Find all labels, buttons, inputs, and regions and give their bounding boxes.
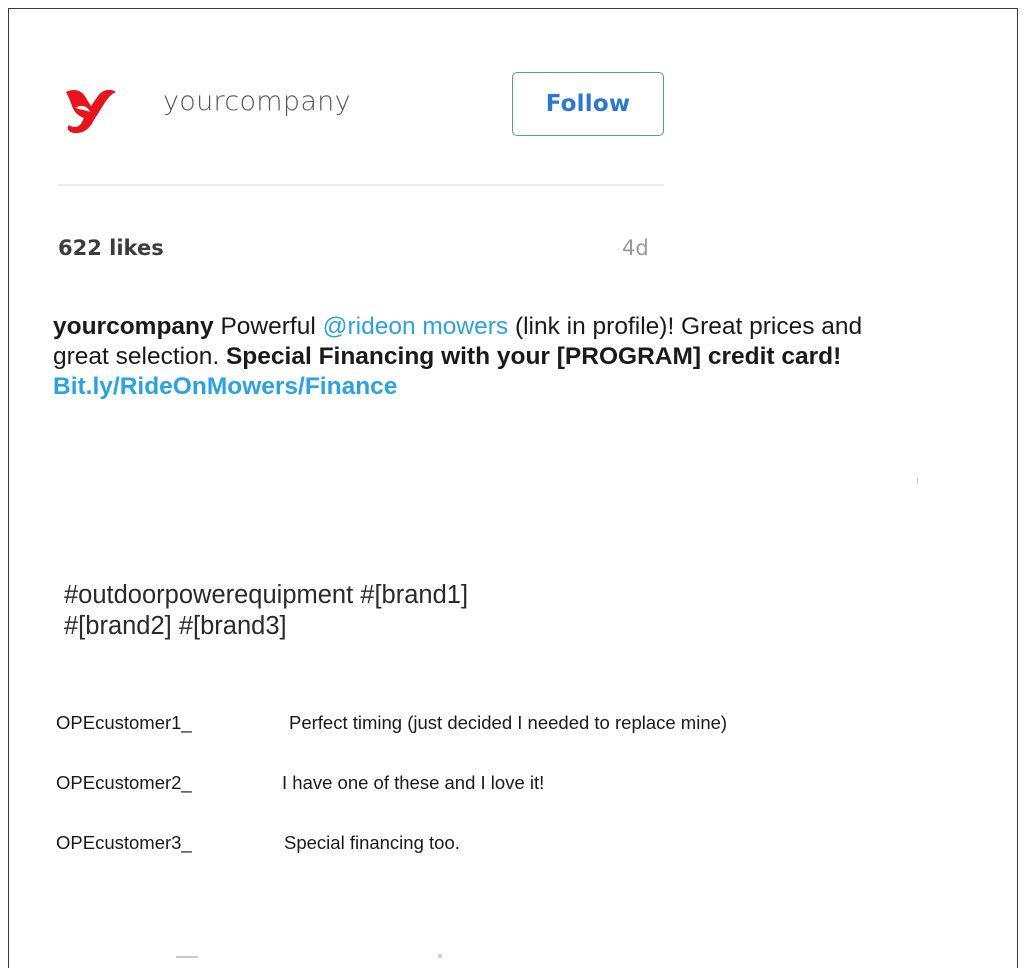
brand-logo-icon[interactable] [64, 86, 118, 136]
post-username[interactable]: yourcompany [163, 86, 351, 117]
comment-username[interactable]: OPEcustomer1_ [56, 712, 192, 734]
caption-text: Powerful [213, 313, 323, 340]
comment-item: OPEcustomer3_ Special financing too. [56, 832, 460, 854]
hashtag-line[interactable]: #outdoorpowerequipment #[brand1] [64, 580, 764, 611]
comment-item: OPEcustomer2_ I have one of these and I … [56, 772, 544, 794]
hashtags-block: #outdoorpowerequipment #[brand1] #[brand… [64, 580, 764, 642]
comment-username[interactable]: OPEcustomer3_ [56, 832, 192, 854]
caption-mention-link[interactable]: @rideon mowers [323, 313, 509, 340]
post-caption: yourcompany Powerful @rideon mowers (lin… [53, 312, 863, 402]
follow-button[interactable]: Follow [512, 72, 664, 136]
comment-text: Special financing too. [284, 832, 460, 853]
post-timestamp: 4d [622, 236, 649, 260]
artifact-mark [176, 956, 198, 958]
comment-item: OPEcustomer1_ Perfect timing (just decid… [56, 712, 727, 734]
header-divider [58, 184, 664, 186]
post-frame [8, 8, 1018, 968]
caption-financing-text: Special Financing with your [PROGRAM] cr… [225, 343, 842, 370]
comment-username[interactable]: OPEcustomer2_ [56, 772, 192, 794]
artifact-mark [438, 954, 442, 958]
comment-text: I have one of these and I love it! [282, 772, 545, 793]
caption-username[interactable]: yourcompany [53, 313, 214, 340]
artifact-mark [917, 478, 918, 484]
likes-count[interactable]: 622 likes [58, 236, 164, 260]
hashtag-line[interactable]: #[brand2] #[brand3] [64, 611, 764, 642]
caption-url-link[interactable]: Bit.ly/RideOnMowers/Finance [53, 373, 397, 400]
comment-text: Perfect timing (just decided I needed to… [289, 712, 728, 733]
